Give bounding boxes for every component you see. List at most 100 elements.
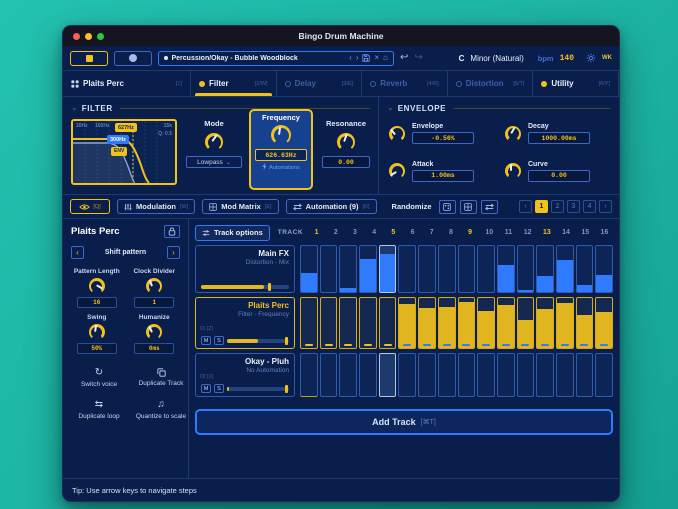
step-cell-6[interactable] bbox=[398, 245, 417, 293]
step-number-8[interactable]: 8 bbox=[442, 229, 459, 236]
tab-utility[interactable]: Utility [6/Y] bbox=[533, 71, 619, 96]
step-number-16[interactable]: 16 bbox=[596, 229, 613, 236]
step-cell-3[interactable] bbox=[339, 353, 358, 397]
step-cell-11[interactable] bbox=[496, 353, 515, 397]
stop-button[interactable] bbox=[70, 50, 108, 66]
slider-handle[interactable] bbox=[285, 384, 289, 393]
resonance-value[interactable]: 0.00 bbox=[322, 156, 370, 168]
tab-distortion[interactable]: Distortion [5/T] bbox=[448, 71, 534, 96]
step-cell-4[interactable] bbox=[359, 297, 377, 349]
title-bar[interactable]: Bingo Drum Machine bbox=[63, 26, 619, 46]
knob-value[interactable]: 1 bbox=[134, 297, 175, 308]
randomize-matrix-button[interactable] bbox=[459, 199, 477, 214]
modulation-button[interactable]: Modulation [W] bbox=[117, 199, 196, 214]
step-cell-2[interactable] bbox=[319, 353, 338, 397]
clock-divider-knob[interactable] bbox=[146, 278, 163, 294]
attack-knob[interactable] bbox=[389, 163, 405, 180]
step-number-9[interactable]: 9 bbox=[462, 229, 479, 236]
page-button-2[interactable]: 2 bbox=[551, 200, 564, 213]
filter-mode-dropdown[interactable]: Lowpass ⌄ bbox=[186, 156, 242, 168]
step-cell-4[interactable] bbox=[359, 353, 377, 397]
step-cell-11[interactable] bbox=[496, 297, 515, 349]
duplicate-loop-button[interactable]: ⇆ Duplicate loop bbox=[71, 399, 127, 422]
step-cell-13[interactable] bbox=[536, 245, 554, 293]
step-cell-9[interactable] bbox=[457, 297, 476, 349]
step-cell-8[interactable] bbox=[437, 353, 456, 397]
scale-name[interactable]: Minor (Natural) bbox=[470, 54, 523, 63]
step-cell-14[interactable] bbox=[555, 353, 574, 397]
decay-knob[interactable] bbox=[505, 125, 521, 142]
automation-9-button[interactable]: Automation (9) [R] bbox=[285, 199, 377, 214]
delete-preset-icon[interactable]: × bbox=[374, 54, 379, 62]
step-cell-14[interactable] bbox=[555, 245, 574, 293]
step-cell-4[interactable] bbox=[359, 245, 377, 293]
step-number-10[interactable]: 10 bbox=[481, 229, 498, 236]
knob-value[interactable]: 16 bbox=[76, 297, 117, 308]
step-number-13[interactable]: 13 bbox=[538, 229, 555, 236]
next-page-button[interactable]: › bbox=[599, 200, 612, 213]
tab-filter[interactable]: Filter [2/W] bbox=[191, 71, 277, 96]
track-level-slider[interactable] bbox=[227, 336, 289, 345]
mod-matrix-button[interactable]: Mod Matrix [E] bbox=[202, 199, 279, 214]
step-cell-3[interactable] bbox=[339, 297, 358, 349]
knob-value[interactable]: 50% bbox=[76, 343, 117, 354]
step-number-15[interactable]: 15 bbox=[577, 229, 594, 236]
switch-voice-button[interactable]: ↻ Switch voice bbox=[71, 368, 127, 390]
step-number-5[interactable]: 5 bbox=[385, 229, 402, 236]
track-label-plaits-perc[interactable]: Plaits Perc Filter - Frequency 01 [Z] M S bbox=[195, 297, 295, 349]
randomize-dice-button[interactable] bbox=[438, 199, 456, 214]
step-cell-13[interactable] bbox=[536, 297, 554, 349]
step-cell-8[interactable] bbox=[437, 297, 456, 349]
undo-button[interactable]: ↩ bbox=[400, 53, 408, 63]
param-value[interactable]: 1000.00ms bbox=[528, 132, 590, 145]
shift-pattern-right-button[interactable]: › bbox=[167, 246, 180, 259]
step-cell-12[interactable] bbox=[516, 353, 535, 397]
view-toggle-button[interactable]: [Q] bbox=[70, 199, 110, 214]
step-number-1[interactable]: 1 bbox=[308, 229, 325, 236]
prev-page-button[interactable]: ‹ bbox=[519, 200, 532, 213]
frequency-knob[interactable] bbox=[271, 125, 291, 145]
step-cell-5[interactable] bbox=[378, 353, 397, 397]
step-number-4[interactable]: 4 bbox=[366, 229, 383, 236]
step-cell-10[interactable] bbox=[477, 297, 495, 349]
collapse-chevron-icon[interactable]: ⌄ bbox=[387, 104, 394, 112]
step-cell-13[interactable] bbox=[536, 353, 554, 397]
step-cell-1[interactable] bbox=[300, 353, 318, 397]
swing-knob[interactable] bbox=[88, 324, 105, 340]
step-cell-8[interactable] bbox=[437, 245, 456, 293]
tab-plaits-perc[interactable]: Plaits Perc [1] bbox=[63, 71, 191, 96]
step-cell-16[interactable] bbox=[595, 297, 613, 349]
redo-button[interactable]: ↪ bbox=[414, 53, 422, 63]
tab-reverb[interactable]: Reverb [4/R] bbox=[362, 71, 448, 96]
step-cell-10[interactable] bbox=[477, 353, 495, 397]
settings-gear-icon[interactable] bbox=[586, 53, 596, 63]
track-label-main-fx[interactable]: Main FX Distortion - Mix bbox=[195, 245, 295, 293]
step-number-12[interactable]: 12 bbox=[519, 229, 536, 236]
page-button-4[interactable]: 4 bbox=[583, 200, 596, 213]
mode-knob[interactable] bbox=[205, 133, 223, 151]
step-cell-2[interactable] bbox=[319, 297, 338, 349]
step-cell-16[interactable] bbox=[595, 245, 613, 293]
preset-next-button[interactable]: › bbox=[356, 54, 359, 62]
mute-button[interactable]: M bbox=[201, 384, 211, 393]
step-number-3[interactable]: 3 bbox=[346, 229, 363, 236]
record-button[interactable] bbox=[114, 50, 152, 66]
step-number-14[interactable]: 14 bbox=[557, 229, 574, 236]
param-value[interactable]: 0.00 bbox=[528, 169, 590, 182]
step-cell-14[interactable] bbox=[555, 297, 574, 349]
collapse-chevron-icon[interactable]: ⌄ bbox=[71, 104, 78, 112]
shift-pattern-left-button[interactable]: ‹ bbox=[71, 246, 84, 259]
step-cell-7[interactable] bbox=[418, 353, 436, 397]
step-cell-15[interactable] bbox=[575, 353, 594, 397]
param-value[interactable]: -0.56% bbox=[412, 132, 474, 145]
preset-selector[interactable]: Percussion/Okay - Bubble Woodblock ‹ › ×… bbox=[158, 50, 394, 66]
step-cell-9[interactable] bbox=[457, 353, 476, 397]
duplicate-track-button[interactable]: Duplicate Track bbox=[133, 368, 189, 390]
step-cell-3[interactable] bbox=[339, 245, 358, 293]
step-cell-10[interactable] bbox=[477, 245, 495, 293]
step-cell-6[interactable] bbox=[398, 353, 417, 397]
track-level-slider[interactable] bbox=[201, 283, 289, 291]
knob-value[interactable]: 0ms bbox=[134, 343, 175, 354]
step-cell-1[interactable] bbox=[300, 297, 318, 349]
step-number-7[interactable]: 7 bbox=[423, 229, 440, 236]
